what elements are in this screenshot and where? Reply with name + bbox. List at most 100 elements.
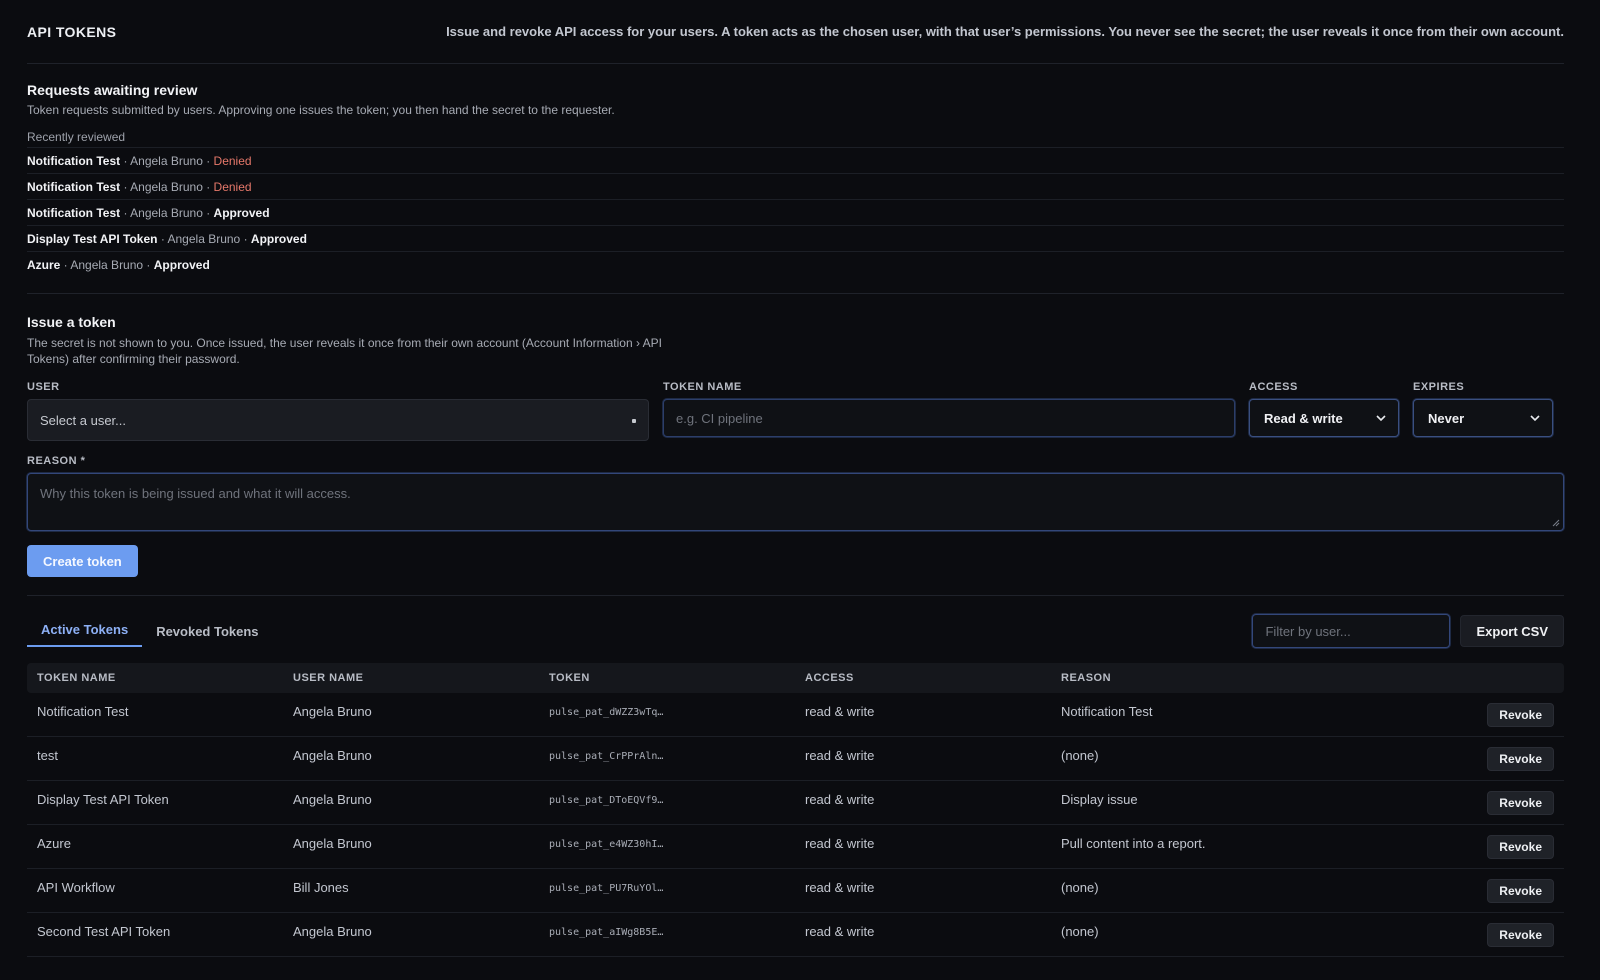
requests-description: Token requests submitted by users. Appro… [27, 103, 615, 117]
expires-select[interactable]: Never [1413, 399, 1553, 437]
request-user: Angela Bruno [70, 258, 144, 272]
caret-down-icon [632, 419, 636, 423]
cell-actions: Revoke [1474, 693, 1564, 736]
cell-reason: Pull content into a report. [1061, 836, 1206, 851]
filter-placeholder: Filter by user... [1265, 623, 1351, 639]
token-name-placeholder: e.g. CI pipeline [676, 410, 763, 426]
separator: · [202, 154, 214, 168]
token-name-label: TOKEN NAME [663, 381, 742, 393]
reason-label: REASON * [27, 455, 86, 467]
cell-access: read & write [805, 748, 875, 763]
cell-token-name: Display Test API Token [37, 792, 169, 807]
column-header-access[interactable]: ACCESS [795, 672, 1051, 684]
table-row: API Workflow Bill Jones pulse_pat_PU7RuYOl… [27, 869, 1564, 913]
api-tokens-page: API TOKENS Issue and revoke API access f… [0, 0, 1600, 980]
token-tabs: Active Tokens Revoked Tokens [27, 615, 273, 647]
active-tokens-table: TOKEN NAME USER NAME TOKEN ACCESS REASON… [27, 663, 1564, 957]
table-body: Notification Test Angela Bruno pulse_pat_d… [27, 693, 1564, 957]
request-user: Angela Bruno [167, 232, 241, 246]
revoke-button[interactable]: Revoke [1487, 923, 1554, 947]
list-item: Azure · Angela Bruno · Approved [27, 251, 1564, 277]
cell-access: read & write [805, 924, 875, 939]
revoke-button[interactable]: Revoke [1487, 879, 1554, 903]
request-user: Angela Bruno [130, 206, 203, 220]
cell-token-name: Notification Test [37, 704, 129, 719]
revoke-button[interactable]: Revoke [1487, 791, 1554, 815]
page-header: API TOKENS Issue and revoke API access f… [27, 0, 1564, 64]
access-select[interactable]: Read & write [1249, 399, 1399, 437]
tokens-toolbar: Active Tokens Revoked Tokens Filter by us… [27, 613, 1564, 649]
separator: · [120, 206, 131, 220]
token-name-input[interactable]: e.g. CI pipeline [663, 399, 1235, 437]
user-label: USER [27, 381, 60, 393]
access-field-group: ACCESS Read & write [1249, 381, 1399, 441]
request-user: Angela Bruno [130, 180, 203, 194]
request-token-name: Notification Test [27, 180, 121, 194]
create-token-button[interactable]: Create token [27, 545, 138, 577]
column-header-token[interactable]: TOKEN [539, 672, 795, 684]
reason-field-group: REASON * Why this token is being issued … [27, 455, 1564, 531]
cell-token: pulse_pat_PU7RuYOl… [549, 883, 664, 894]
revoke-button[interactable]: Revoke [1487, 835, 1554, 859]
cell-token-name: Second Test API Token [37, 924, 171, 939]
cell-token: pulse_pat_CrPPrAln… [549, 751, 664, 762]
revoke-button[interactable]: Revoke [1487, 747, 1554, 771]
table-row: Notification Test Angela Bruno pulse_pat_d… [27, 693, 1564, 737]
chevron-down-icon [1530, 415, 1540, 422]
status-badge: Approved [153, 258, 210, 272]
separator: · [60, 258, 71, 272]
requests-title: Requests awaiting review [27, 82, 198, 98]
tab-active-tokens[interactable]: Active Tokens [27, 622, 143, 647]
separator: · [120, 154, 131, 168]
cell-user-name: Bill Jones [293, 880, 349, 895]
status-badge: Approved [213, 206, 270, 220]
recently-reviewed-label: Recently reviewed [27, 130, 126, 144]
filter-by-user-input[interactable]: Filter by user... [1252, 614, 1451, 648]
column-header-reason[interactable]: REASON [1051, 672, 1474, 684]
issue-description: The secret is not shown to you. Once iss… [27, 336, 662, 366]
list-item: Display Test API Token · Angela Bruno · … [27, 225, 1564, 251]
cell-actions: Revoke [1474, 737, 1564, 780]
cell-user-name: Angela Bruno [293, 924, 372, 939]
cell-reason: (none) [1061, 880, 1099, 895]
cell-token: pulse_pat_dWZZ3wTq… [549, 707, 664, 718]
column-header-token-name[interactable]: TOKEN NAME [27, 672, 283, 684]
issue-form-row: USER Select a user... TOKEN NAME e.g. CI… [27, 381, 1564, 441]
status-badge: Approved [250, 232, 307, 246]
token-name-field-group: TOKEN NAME e.g. CI pipeline [663, 381, 1235, 441]
cell-user-name: Angela Bruno [293, 836, 372, 851]
separator: · [157, 232, 168, 246]
separator: · [202, 206, 214, 220]
issue-token-section: Issue a token The secret is not shown to… [27, 294, 1564, 596]
cell-user-name: Angela Bruno [293, 704, 372, 719]
request-token-name: Notification Test [27, 206, 121, 220]
page-description: Issue and revoke API access for your use… [446, 24, 1564, 39]
revoke-button[interactable]: Revoke [1487, 703, 1554, 727]
user-select[interactable]: Select a user... [27, 399, 649, 441]
access-label: ACCESS [1249, 381, 1298, 393]
request-token-name: Notification Test [27, 154, 121, 168]
resize-grip-icon[interactable] [1552, 519, 1560, 527]
table-row: Display Test API Token Angela Bruno pulse_… [27, 781, 1564, 825]
status-badge: Denied [213, 180, 252, 194]
separator: · [120, 180, 131, 194]
cell-token-name: test [37, 748, 58, 763]
export-csv-button[interactable]: Export CSV [1460, 615, 1564, 647]
cell-token: pulse_pat_aIWg8B5E… [549, 927, 664, 938]
status-badge: Denied [213, 154, 252, 168]
cell-reason: Notification Test [1061, 704, 1153, 719]
table-row: Second Test API Token Angela Bruno pulse_p… [27, 913, 1564, 957]
list-item: Notification Test · Angela Bruno · Appro… [27, 199, 1564, 225]
table-row: test Angela Bruno pulse_pat_CrPPrAln… read … [27, 737, 1564, 781]
separator: · [143, 258, 154, 272]
tab-revoked-tokens[interactable]: Revoked Tokens [142, 624, 272, 647]
access-select-value: Read & write [1264, 410, 1343, 426]
cell-token-name: API Workflow [37, 880, 115, 895]
cell-access: read & write [805, 880, 875, 895]
column-header-user-name[interactable]: USER NAME [283, 672, 539, 684]
user-field-group: USER Select a user... [27, 381, 649, 441]
cell-user-name: Angela Bruno [293, 748, 372, 763]
cell-token-name: Azure [37, 836, 71, 851]
request-token-name: Display Test API Token [27, 232, 158, 246]
reason-textarea[interactable]: Why this token is being issued and what … [27, 473, 1564, 531]
